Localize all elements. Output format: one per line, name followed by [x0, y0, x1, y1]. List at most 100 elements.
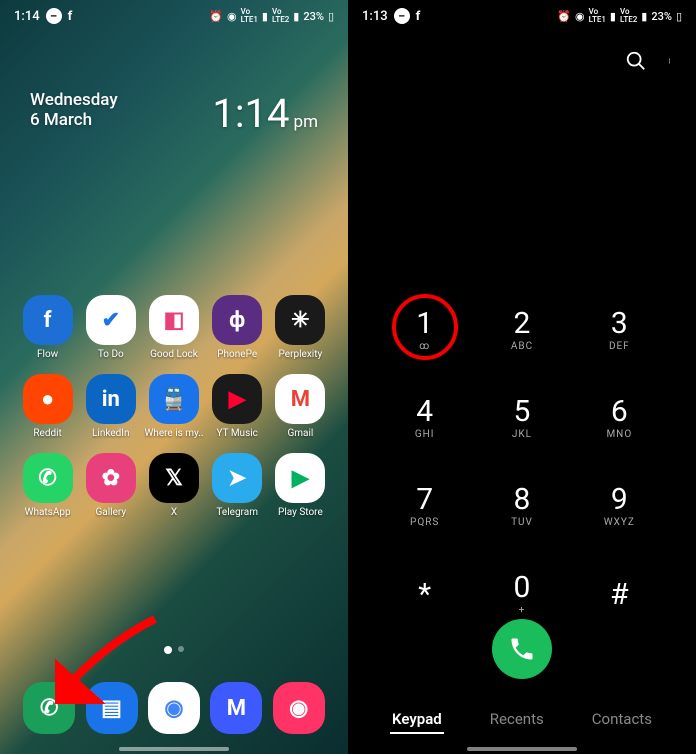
dock-phone[interactable]: ✆ [23, 682, 75, 734]
dialer-tabs: Keypad Recents Contacts [348, 706, 696, 734]
status-time-r: 1:13 [362, 9, 388, 24]
app-good-lock[interactable]: ◧ Good Lock [144, 295, 203, 360]
key-subtext: DEF [609, 341, 630, 352]
app-reddit[interactable]: ● Reddit [18, 374, 77, 439]
key-number: 1 [416, 309, 433, 339]
app-tile: in [86, 374, 136, 424]
app-grid: fFlow✔To Do◧ Good Lock фPhonePe✳Perplexity… [0, 295, 348, 518]
app-tile: M [275, 374, 325, 424]
app-tile: ◧ [149, 295, 199, 345]
app-tile: ● [23, 374, 73, 424]
key-6[interactable]: 6 MNO [571, 388, 668, 448]
battery-icon-r: ▯ [676, 10, 682, 23]
dnd-icon-r: – [394, 8, 410, 24]
key-1[interactable]: 1ꝏ [376, 300, 473, 360]
key-9[interactable]: 9WXYZ [571, 476, 668, 536]
key-8[interactable]: 8 TUV [473, 476, 570, 536]
flow-status-icon-r: f [416, 9, 421, 24]
page-indicator[interactable] [164, 646, 184, 654]
key-subtext: TUV [511, 517, 533, 528]
app-tile: 𝕏 [149, 453, 199, 503]
app-whatsapp[interactable]: ✆WhatsApp [18, 453, 77, 518]
app-play-store[interactable]: ▶Play Store [271, 453, 330, 518]
tab-keypad[interactable]: Keypad [390, 706, 444, 734]
lte1-icon: VoLTE1 [241, 8, 258, 24]
key-subtext: GHI [415, 429, 435, 440]
app-linkedin[interactable]: inLinkedIn [81, 374, 140, 439]
key-subtext: WXYZ [604, 517, 635, 528]
flow-status-icon: f [68, 9, 73, 24]
app-tile: ✆ [23, 453, 73, 503]
app-telegram[interactable]: ➤Telegram [208, 453, 267, 518]
key-number: 6 [611, 397, 628, 427]
app-to-do[interactable]: ✔To Do [81, 295, 140, 360]
alarm-icon-r: ⏰ [557, 10, 571, 23]
key-number: 7 [416, 485, 433, 515]
app-label: Gmail [287, 428, 313, 439]
clock-time: 1:14 [212, 90, 289, 137]
key-subtext: JKL [512, 429, 532, 440]
tab-contacts[interactable]: Contacts [590, 706, 654, 734]
app-tile: ✿ [86, 453, 136, 503]
battery-icon: ▯ [328, 10, 334, 23]
battery-percent: 23% [303, 10, 324, 23]
key-0[interactable]: 0+ [473, 564, 570, 624]
app-label: Gallery [95, 507, 126, 518]
key-2[interactable]: 2ABC [473, 300, 570, 360]
app-tile: ✳ [275, 295, 325, 345]
dock: ✆▤◉M◉ [0, 682, 348, 734]
gesture-bar[interactable] [119, 747, 229, 751]
app-label: Flow [37, 349, 58, 360]
page-dot-1 [164, 646, 172, 654]
more-options-icon[interactable] [669, 50, 674, 72]
app-tile: 🚆 [149, 374, 199, 424]
app-where-is-my-[interactable]: 🚆Where is my.. [144, 374, 203, 439]
app-tile: ▶ [275, 453, 325, 503]
dock-camera[interactable]: ◉ [273, 682, 325, 734]
app-label: Good Lock [150, 349, 198, 360]
signal1-icon: ▮ [262, 10, 268, 23]
app-label: Telegram [216, 507, 258, 518]
call-button[interactable] [492, 619, 552, 679]
status-bar-right: 1:13 – f ⏰ ◉ VoLTE1 ▮ VoLTE2 ▮ 23% ▯ [348, 0, 696, 32]
keypad: 1ꝏ2ABC3DEF4GHI5JKL6MNO7PQRS8TUV9WXYZ*0+# [348, 300, 696, 624]
key-subtext: ꝏ [419, 341, 430, 352]
lte2-icon: VoLTE2 [272, 8, 289, 24]
app-label: YT Music [216, 428, 257, 439]
app-yt-music[interactable]: ▶YT Music [208, 374, 267, 439]
key-7[interactable]: 7 PQRS [376, 476, 473, 536]
lte1-icon-r: VoLTE1 [589, 8, 606, 24]
app-x[interactable]: 𝕏X [144, 453, 203, 518]
clock-widget[interactable]: Wednesday 6 March 1:14 pm [0, 90, 348, 137]
search-icon[interactable] [625, 50, 647, 72]
key-subtext: MNO [606, 429, 632, 440]
alarm-icon: ⏰ [209, 10, 223, 23]
gesture-bar-r[interactable] [467, 747, 577, 751]
key-number: 8 [514, 485, 531, 515]
key-#[interactable]: # [571, 564, 668, 624]
app-gmail[interactable]: M Gmail [271, 374, 330, 439]
battery-percent-r: 23% [651, 10, 672, 23]
dialer-screen: 1:13 – f ⏰ ◉ VoLTE1 ▮ VoLTE2 ▮ 23% ▯ 1ꝏ2… [348, 0, 696, 754]
app-perplexity[interactable]: ✳Perplexity [271, 295, 330, 360]
signal2-icon-r: ▮ [641, 10, 647, 23]
dock-messages[interactable]: ▤ [86, 682, 138, 734]
key-subtext: PQRS [410, 517, 439, 528]
dock-chrome[interactable]: ◉ [148, 682, 200, 734]
key-*[interactable]: * [376, 564, 473, 624]
tab-recents[interactable]: Recents [488, 706, 546, 734]
app-label: X [171, 507, 177, 518]
status-time: 1:14 [14, 9, 40, 24]
key-number: 0 [514, 573, 531, 603]
app-phonepe[interactable]: фPhonePe [208, 295, 267, 360]
app-tile: ✔ [86, 295, 136, 345]
app-gallery[interactable]: ✿ Gallery [81, 453, 140, 518]
app-label: Reddit [33, 428, 61, 439]
app-tile: ф [212, 295, 262, 345]
dock-moj[interactable]: M [210, 682, 262, 734]
key-number: 2 [514, 309, 531, 339]
key-3[interactable]: 3DEF [571, 300, 668, 360]
key-4[interactable]: 4GHI [376, 388, 473, 448]
key-5[interactable]: 5JKL [473, 388, 570, 448]
app-flow[interactable]: fFlow [18, 295, 77, 360]
